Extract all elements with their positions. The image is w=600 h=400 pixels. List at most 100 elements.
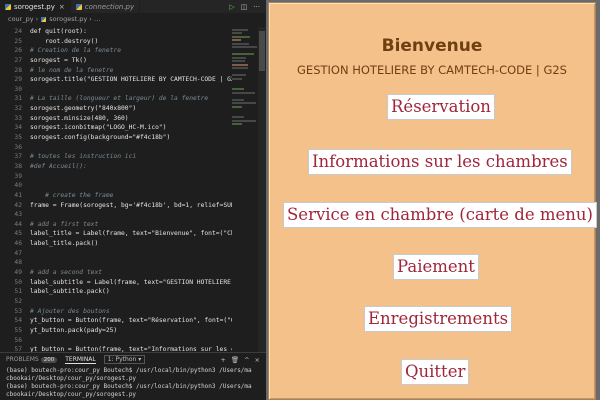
code-text: sorogest.geometry("840x800") — [30, 105, 137, 113]
line-number: 27 — [14, 56, 22, 64]
tab-problems[interactable]: PROBLEMS 200 — [6, 356, 58, 363]
code-text: # Ajouter des boutons — [30, 307, 110, 315]
line-number: 39 — [14, 172, 22, 180]
line-number: 45 — [14, 230, 22, 238]
line-number: 38 — [14, 162, 22, 170]
minimap-line — [232, 28, 248, 31]
trash-icon[interactable]: 🗑 — [231, 356, 239, 364]
panel-actions: + 🗑 ^ × — [220, 356, 266, 364]
code-line: 25 root.destroy() — [0, 37, 232, 47]
code-line: 41 # create the frame — [0, 191, 232, 201]
minimap[interactable] — [232, 27, 258, 147]
records-button[interactable]: Enregistrements — [364, 306, 513, 332]
code-line: 32 sorogest.geometry("840x800") — [0, 104, 232, 114]
run-icon[interactable]: ▷ — [229, 3, 234, 11]
code-text: # create the frame — [30, 191, 114, 199]
scrollbar-thumb[interactable] — [259, 31, 265, 71]
minimap-line — [232, 60, 245, 62]
editor-actions: ▷ ◫ ··· — [229, 3, 266, 11]
code-line: 35 sorogest.config(background="#f4c18b") — [0, 133, 232, 143]
close-icon[interactable]: × — [59, 3, 65, 11]
add-terminal-icon[interactable]: + — [220, 356, 225, 364]
minimap-line — [232, 116, 244, 118]
breadcrumb-folder[interactable]: cour_py — [8, 15, 34, 23]
code-text: # le nom de la fenetre — [30, 66, 114, 74]
code-text: sorogest.minsize(480, 360) — [30, 114, 129, 122]
code-text: label_title = Label(frame, text="Bienven… — [30, 230, 232, 238]
line-number: 30 — [14, 85, 22, 93]
line-number: 53 — [14, 307, 22, 315]
terminal-select[interactable]: 1: Python ▾ — [103, 355, 146, 364]
close-panel-icon[interactable]: × — [255, 356, 260, 364]
terminal-line: (base) boutech-pro:cour_py Boutech$ /usr… — [6, 383, 252, 390]
editor-tab-bar: sorogest.py × connection.py ▷ ◫ ··· — [0, 0, 266, 13]
code-line: 24 def quit(root): — [0, 27, 232, 37]
code-line: 36 — [0, 143, 232, 153]
minimap-line — [232, 119, 256, 122]
code-text: # La taille (longueur et largeur) de la … — [30, 95, 209, 103]
chevron-right-icon: › — [33, 15, 39, 23]
code-text: label_subtitle.pack() — [30, 288, 110, 296]
minimap-line — [232, 98, 244, 101]
minimap-line — [232, 46, 257, 48]
breadcrumb-file[interactable]: sorogest.py — [49, 15, 87, 23]
payment-button[interactable]: Paiement — [393, 254, 479, 280]
line-number: 31 — [14, 95, 22, 103]
minimap-line — [232, 35, 251, 38]
line-number: 42 — [14, 201, 22, 209]
code-line: 55 yt_button.pack(pady=25) — [0, 326, 232, 336]
code-text: yt_button.pack(pady=25) — [30, 326, 118, 334]
code-line: 31 # La taille (longueur et largeur) de l… — [0, 94, 232, 104]
python-file-icon — [41, 16, 47, 22]
code-line: 39 — [0, 172, 232, 182]
code-text: label_title.pack() — [30, 240, 99, 248]
line-number: 24 — [14, 28, 22, 35]
code-text: yt_button = Button(frame, text="Informat… — [30, 346, 232, 352]
code-line: 29 sorogest.title("GESTION HOTELIERE BY C… — [0, 75, 232, 85]
code-line: 50 label_subtitle = Label(frame, text="GE… — [0, 278, 232, 288]
code-line: 44 # add a first text — [0, 220, 232, 230]
line-number: 35 — [14, 134, 22, 142]
code-text: # add a second text — [30, 269, 103, 277]
python-file-icon — [5, 3, 11, 10]
code-text: # toutes les instruction ici — [30, 153, 137, 161]
split-editor-icon[interactable]: ◫ — [241, 3, 248, 11]
tab-terminal[interactable]: TERMINAL — [65, 356, 96, 364]
code-area[interactable]: 24 def quit(root): 25 root.destroy() 26 # Cr… — [0, 27, 232, 352]
breadcrumb: cour_py › sorogest.py › … — [0, 13, 266, 25]
tab-sorogest[interactable]: sorogest.py × — [0, 0, 71, 13]
bottom-panel: PROBLEMS 200 TERMINAL 1: Python ▾ + 🗑 ^ ×… — [0, 352, 266, 400]
chevron-up-icon[interactable]: ^ — [244, 356, 249, 364]
tab-connection[interactable]: connection.py — [71, 0, 141, 13]
line-number: 55 — [14, 326, 22, 334]
code-text: sorogest = Tk() — [30, 56, 87, 64]
code-line: 54 yt_button = Button(frame, text="Réserv… — [0, 316, 232, 326]
code-line: 42 frame = Frame(sorogest, bg='#f4c18b', … — [0, 201, 232, 211]
terminal-select-value: 1: Python — [107, 356, 137, 363]
python-file-icon — [75, 3, 82, 10]
code-text: def quit(root): — [30, 28, 87, 35]
code-line: 51 label_subtitle.pack() — [0, 287, 232, 297]
reservation-button[interactable]: Réservation — [387, 94, 495, 120]
problems-count-badge: 200 — [40, 357, 58, 363]
line-number: 41 — [14, 191, 22, 199]
code-line: 37 # toutes les instruction ici — [0, 152, 232, 162]
code-text: root.destroy() — [30, 37, 99, 45]
quit-button[interactable]: Quitter — [401, 359, 470, 385]
editor-scrollbar[interactable] — [258, 27, 266, 352]
code-line: 49 # add a second text — [0, 268, 232, 278]
minimap-line — [232, 53, 255, 55]
line-number: 29 — [14, 76, 22, 84]
line-number: 25 — [14, 37, 22, 45]
room-service-button[interactable]: Service en chambre (carte de menu) — [283, 202, 597, 228]
minimap-line — [232, 105, 243, 108]
more-icon[interactable]: ··· — [253, 3, 260, 11]
rooms-info-button[interactable]: Informations sur les chambres — [308, 149, 572, 175]
code-text: # add a first text — [30, 220, 99, 228]
code-text: sorogest.iconbitmap("LOGO_HC-M.ico") — [30, 124, 167, 132]
line-number: 56 — [14, 336, 22, 344]
terminal-output[interactable]: (base) boutech-pro:cour_py Boutech$ /usr… — [0, 366, 266, 400]
minimap-line — [232, 77, 243, 80]
line-number: 50 — [14, 278, 22, 286]
minimap-line — [232, 74, 247, 76]
